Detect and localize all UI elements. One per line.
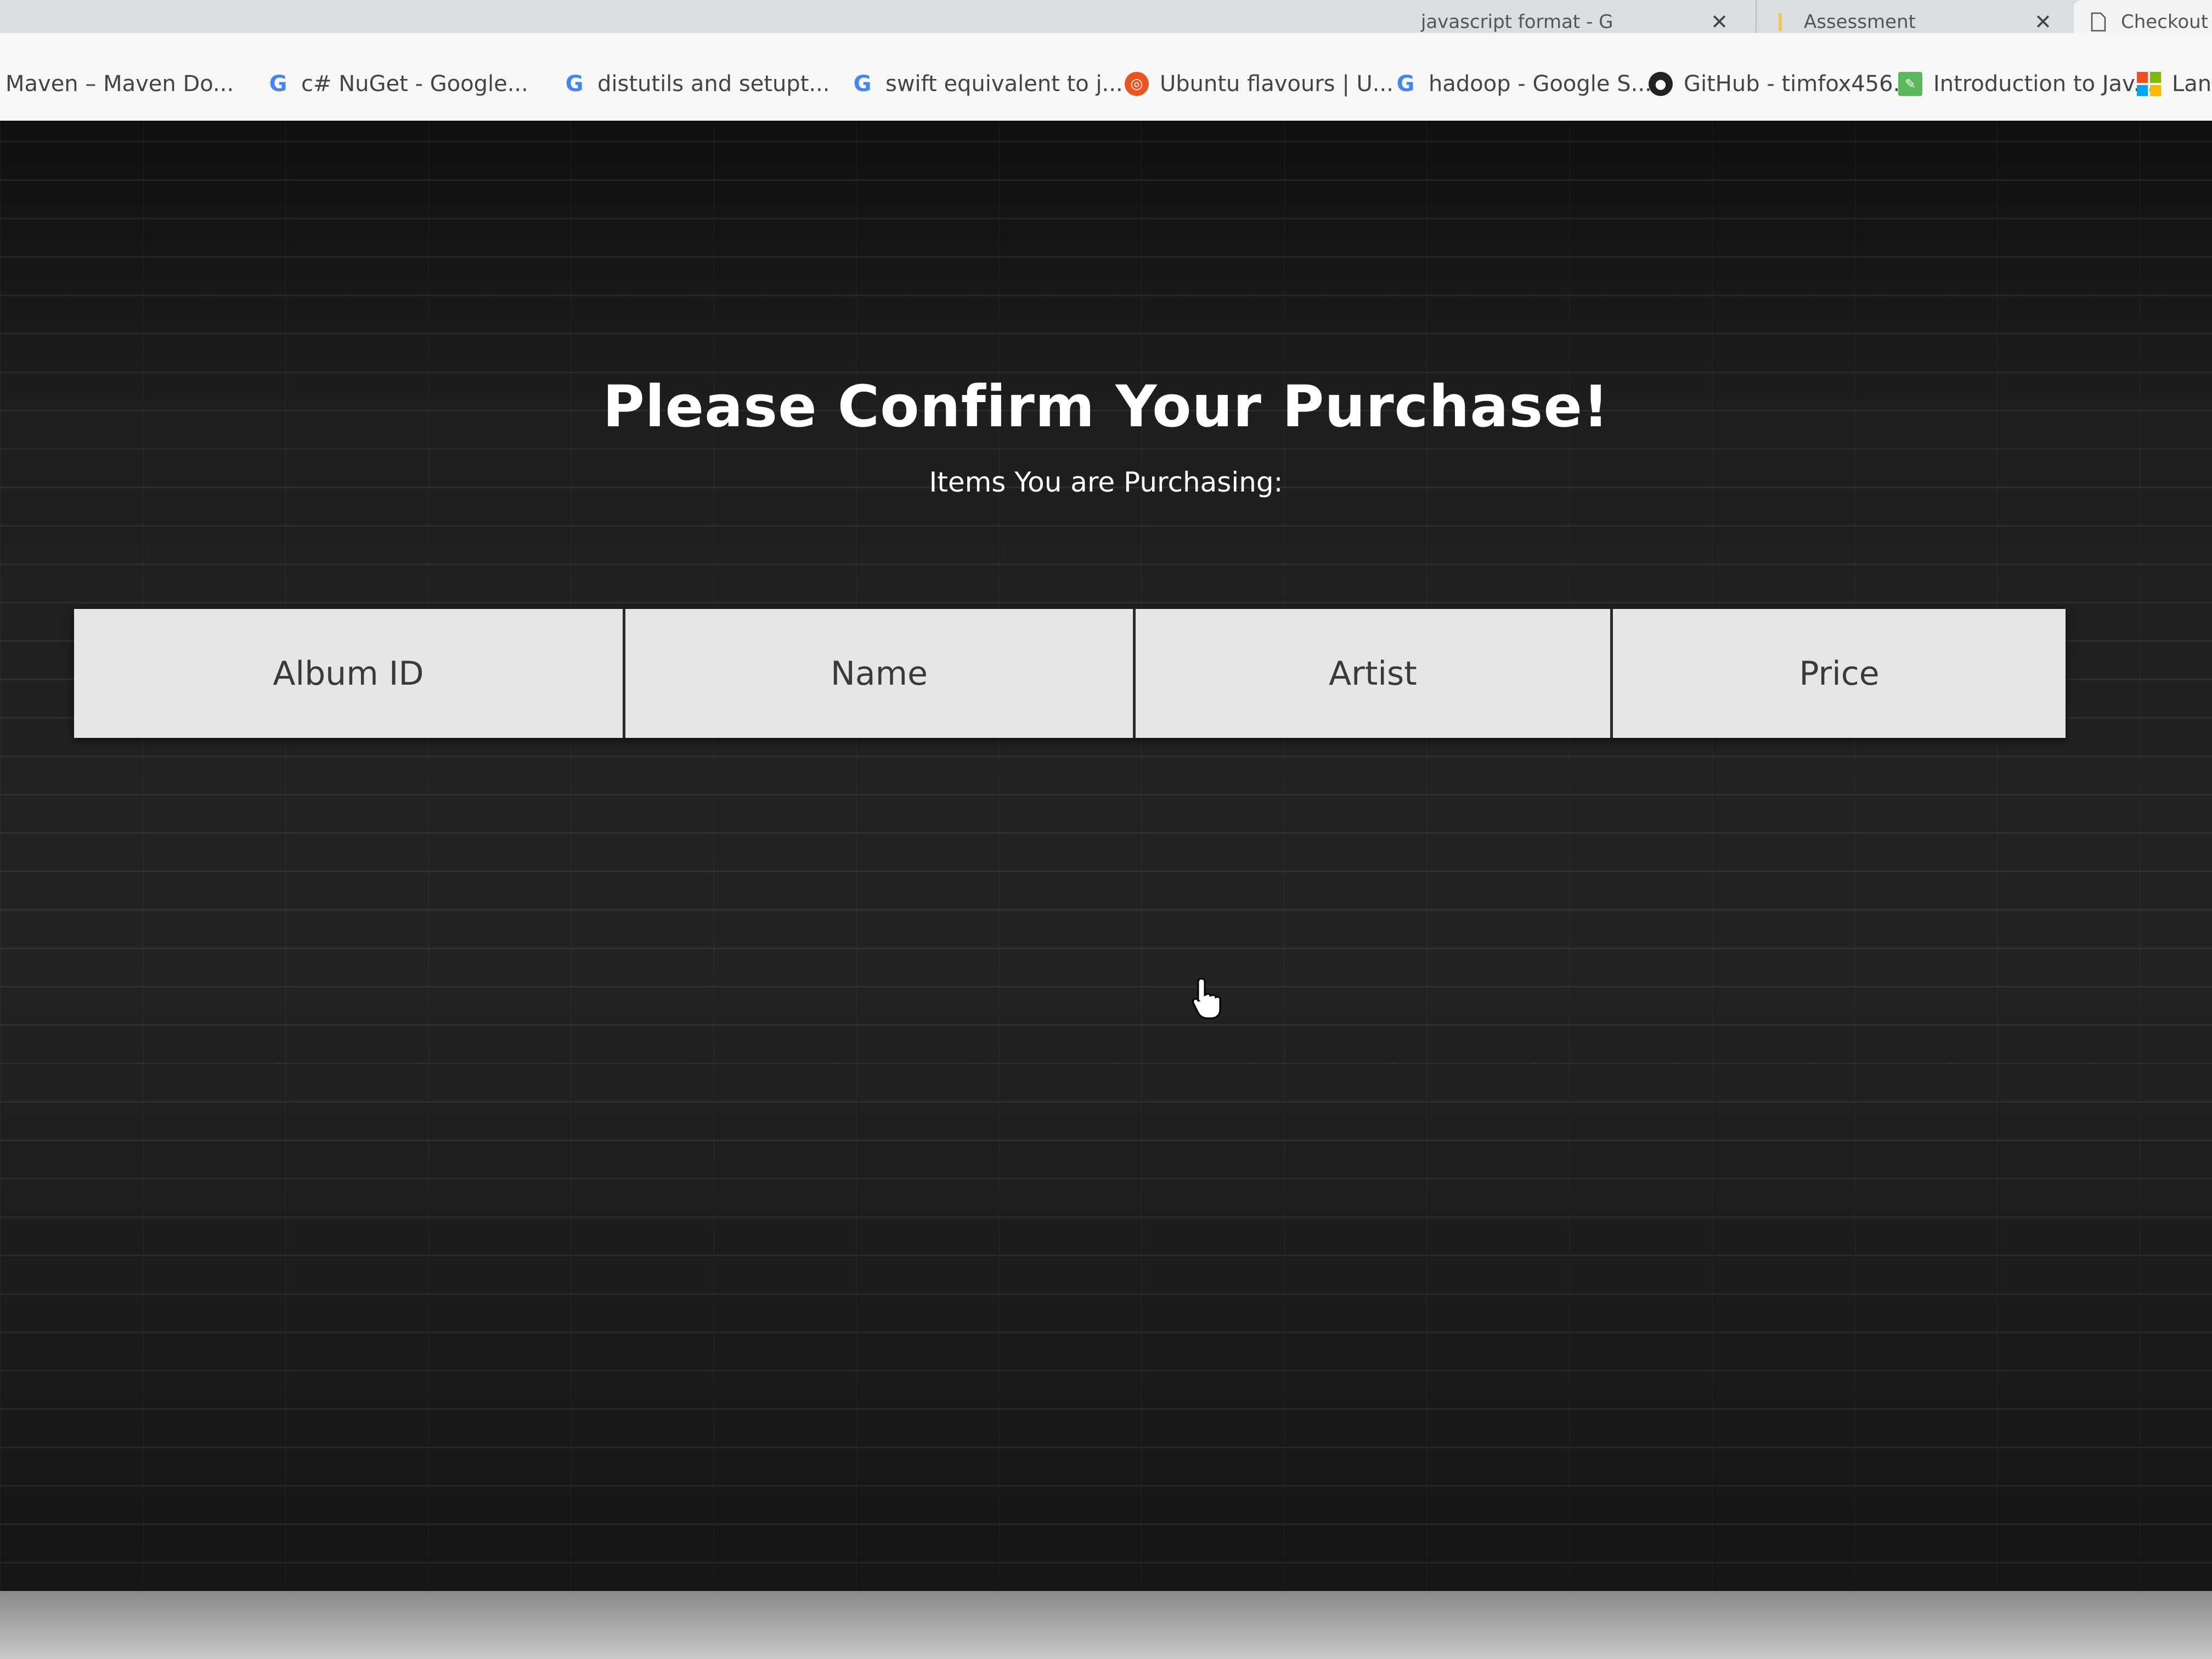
- column-header-name: Name: [625, 609, 1136, 738]
- bookmark-nuget[interactable]: G c# NuGet - Google...: [266, 71, 528, 97]
- bookmark-label: Maven – Maven Do...: [5, 71, 234, 97]
- bookmark-hadoop[interactable]: G hadoop - Google S...: [1393, 71, 1652, 97]
- bookmark-label: hadoop - Google S...: [1429, 71, 1652, 97]
- bookmark-intro-java[interactable]: ✎ Introduction to Jav...: [1898, 71, 2154, 97]
- bookmark-label: Introduction to Jav...: [1933, 71, 2154, 97]
- document-icon: [2090, 12, 2107, 32]
- microsoft-icon: [2137, 72, 2161, 96]
- column-header-album-id: Album ID: [74, 609, 625, 738]
- bookmark-lang[interactable]: Lang: [2137, 71, 2212, 97]
- github-icon: ●: [1649, 72, 1673, 96]
- tab-label: Checkout: [2121, 11, 2209, 33]
- tab-label: javascript format - G: [1421, 11, 1613, 33]
- page-icon: [1773, 12, 1790, 32]
- google-icon: G: [853, 71, 872, 97]
- tab-label: Assessment: [1804, 11, 1916, 33]
- bookmark-github[interactable]: ● GitHub - timfox456...: [1649, 71, 1914, 97]
- bookmark-maven[interactable]: Maven – Maven Do...: [5, 71, 234, 97]
- bookmarks-bar: Maven – Maven Do... G c# NuGet - Google.…: [0, 33, 2212, 122]
- ubuntu-icon: ◎: [1125, 72, 1149, 96]
- page-subtitle: Items You are Purchasing:: [929, 466, 1283, 498]
- page-title: Please Confirm Your Purchase!: [602, 373, 1610, 440]
- bookmark-swift[interactable]: G swift equivalent to j...: [850, 71, 1123, 97]
- bookmark-label: swift equivalent to j...: [885, 71, 1123, 97]
- close-icon[interactable]: ✕: [1711, 10, 1728, 34]
- monitor-bezel: [0, 1591, 2212, 1659]
- bookmark-label: GitHub - timfox456...: [1684, 71, 1914, 97]
- google-icon: G: [565, 71, 584, 97]
- hand-cursor-icon: [1190, 977, 1223, 1020]
- column-header-artist: Artist: [1136, 609, 1613, 738]
- purchase-table-header: Album ID Name Artist Price: [74, 609, 2066, 738]
- bookmark-label: distutils and setupt...: [597, 71, 830, 97]
- bookmark-label: Ubuntu flavours | U...: [1160, 71, 1393, 97]
- leaf-icon: ✎: [1898, 72, 1922, 96]
- page-content: Please Confirm Your Purchase! Items You …: [0, 121, 2212, 1602]
- screen: javascript format - G ✕ Assessment ✕ Che…: [0, 0, 2212, 1659]
- google-icon: G: [1396, 71, 1415, 97]
- bookmark-label: Lang: [2172, 71, 2212, 97]
- bookmark-distutils[interactable]: G distutils and setupt...: [562, 71, 830, 97]
- column-header-price: Price: [1799, 654, 1880, 693]
- bookmark-ubuntu[interactable]: ◎ Ubuntu flavours | U...: [1125, 71, 1393, 97]
- google-icon: G: [269, 71, 287, 97]
- bookmark-label: c# NuGet - Google...: [301, 71, 528, 97]
- close-icon[interactable]: ✕: [2034, 10, 2052, 34]
